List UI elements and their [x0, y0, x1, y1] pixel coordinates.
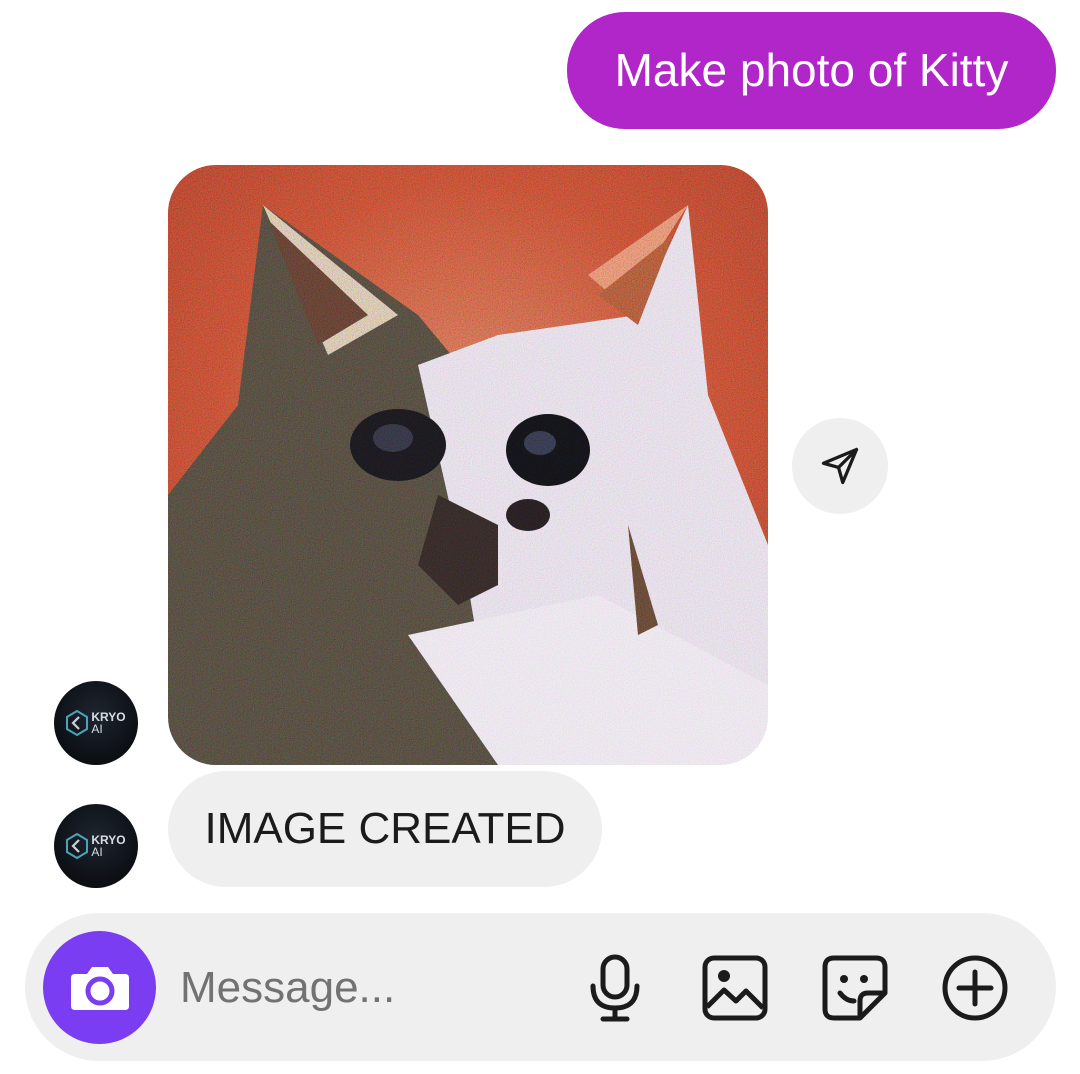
send-icon: [821, 447, 859, 485]
share-button[interactable]: [792, 418, 888, 514]
generated-cat-image[interactable]: [168, 165, 768, 765]
incoming-message-bubble[interactable]: IMAGE CREATED: [168, 771, 602, 887]
cat-image-drawing: [168, 165, 768, 765]
avatar-brand-text: KRYO AI: [91, 834, 125, 858]
chat-screen: Make photo of Kitty KRYO AI IMAGE CREATE…: [0, 0, 1080, 1074]
message-composer: [25, 913, 1056, 1061]
outgoing-message-bubble[interactable]: Make photo of Kitty: [567, 12, 1056, 129]
sticker-button[interactable]: [820, 953, 890, 1023]
microphone-icon: [590, 954, 640, 1022]
avatar-brand-text: KRYO AI: [91, 711, 125, 735]
bot-avatar[interactable]: KRYO AI: [54, 804, 138, 888]
more-options-button[interactable]: [940, 953, 1010, 1023]
kryo-logo-icon: [66, 710, 89, 736]
avatar-brand-line2: AI: [91, 845, 103, 859]
camera-button[interactable]: [43, 931, 156, 1044]
sticker-icon: [822, 955, 888, 1021]
image-icon: [702, 955, 768, 1021]
kryo-logo-icon: [66, 833, 89, 859]
avatar-brand-line2: AI: [91, 722, 103, 736]
message-input[interactable]: [180, 953, 560, 1023]
bot-avatar[interactable]: KRYO AI: [54, 681, 138, 765]
plus-circle-icon: [942, 955, 1008, 1021]
gallery-button[interactable]: [700, 953, 770, 1023]
microphone-button[interactable]: [580, 953, 650, 1023]
camera-icon: [70, 966, 129, 1010]
